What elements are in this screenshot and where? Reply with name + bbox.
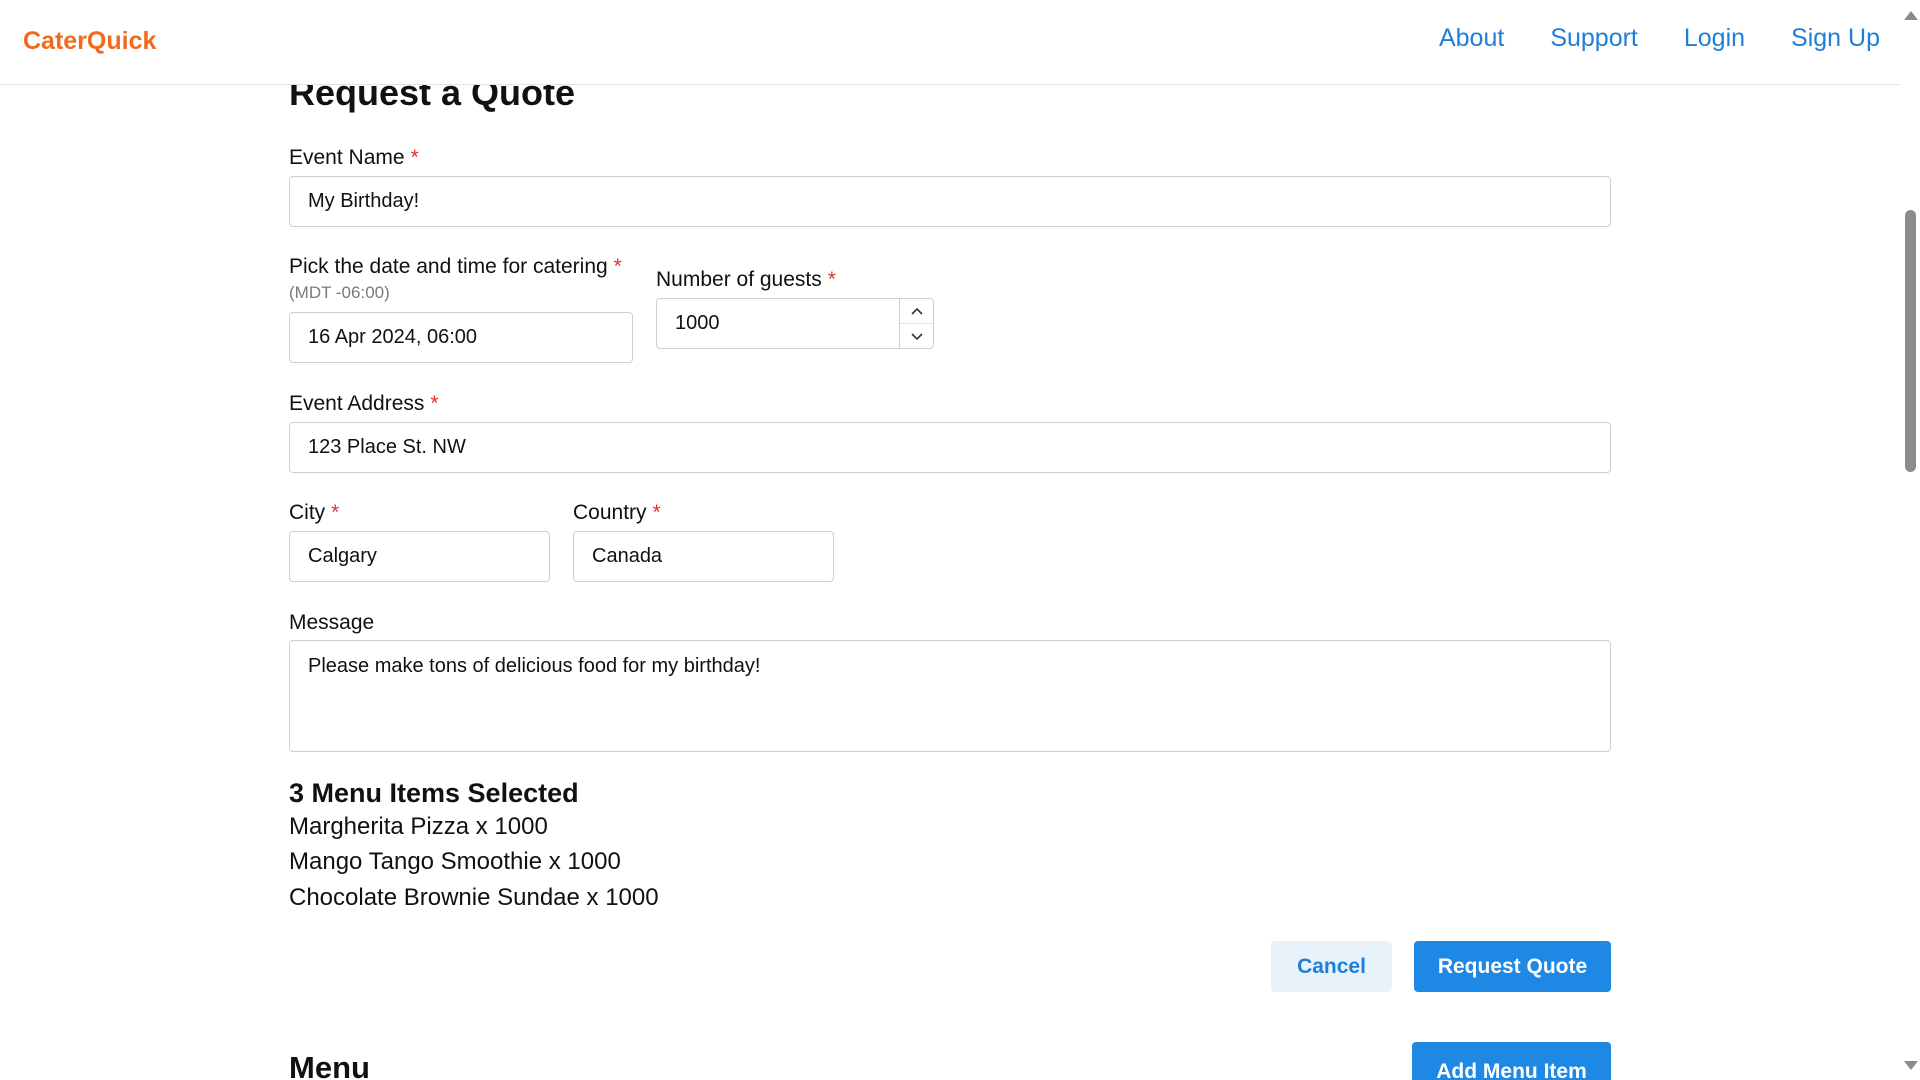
event-name-label: Event Name * — [289, 146, 419, 169]
message-label: Message — [289, 611, 375, 634]
nav-support-link[interactable]: Support — [1550, 24, 1638, 53]
country-input[interactable]: Canada — [573, 531, 834, 582]
required-asterisk: * — [410, 146, 419, 169]
guests-stepper[interactable]: 1000 — [656, 298, 934, 349]
page-scrollbar[interactable] — [1900, 0, 1920, 1080]
nav-signup-link[interactable]: Sign Up — [1791, 24, 1880, 53]
datetime-input[interactable]: 16 Apr 2024, 06:00 — [289, 312, 633, 363]
guests-value[interactable]: 1000 — [675, 299, 720, 348]
brand-logo[interactable]: CaterQuick — [23, 27, 156, 56]
add-menu-item-button[interactable]: Add Menu Item — [1412, 1042, 1611, 1080]
selected-items-heading: 3 Menu Items Selected — [289, 778, 579, 808]
scroll-thumb[interactable] — [1905, 210, 1916, 472]
address-input[interactable]: 123 Place St. NW — [289, 422, 1611, 473]
selected-menu-item: Margherita Pizza x 1000 — [289, 813, 548, 840]
request-quote-button[interactable]: Request Quote — [1414, 941, 1611, 992]
address-label: Event Address * — [289, 392, 439, 415]
datetime-label: Pick the date and time for catering * — [289, 255, 622, 278]
increment-button[interactable] — [900, 299, 933, 323]
required-asterisk: * — [331, 501, 340, 524]
chevron-down-icon — [910, 332, 923, 340]
nav-about-link[interactable]: About — [1439, 24, 1504, 53]
message-textarea[interactable]: Please make tons of delicious food for m… — [289, 640, 1611, 752]
timezone-hint: (MDT -06:00) — [289, 283, 390, 302]
stepper-buttons — [899, 299, 933, 348]
required-asterisk: * — [652, 501, 661, 524]
required-asterisk: * — [827, 268, 836, 291]
selected-menu-item: Mango Tango Smoothie x 1000 — [289, 848, 621, 875]
scroll-down-arrow-icon[interactable] — [1904, 1061, 1918, 1070]
decrement-button[interactable] — [900, 324, 933, 348]
selected-menu-item: Chocolate Brownie Sundae x 1000 — [289, 884, 659, 911]
nav-links: About Support Login Sign Up — [1439, 24, 1880, 53]
required-asterisk: * — [430, 392, 439, 415]
top-navbar: CaterQuick About Support Login Sign Up — [0, 0, 1900, 85]
chevron-up-icon — [910, 307, 923, 315]
city-input[interactable]: Calgary — [289, 531, 550, 582]
nav-login-link[interactable]: Login — [1684, 24, 1745, 53]
city-label: City * — [289, 501, 340, 524]
country-label: Country * — [573, 501, 661, 524]
scroll-up-arrow-icon[interactable] — [1904, 11, 1918, 20]
required-asterisk: * — [613, 255, 622, 278]
menu-heading: Menu — [289, 1050, 370, 1080]
cancel-button[interactable]: Cancel — [1271, 941, 1392, 992]
event-name-input[interactable]: My Birthday! — [289, 176, 1611, 227]
guests-label: Number of guests * — [656, 268, 836, 291]
